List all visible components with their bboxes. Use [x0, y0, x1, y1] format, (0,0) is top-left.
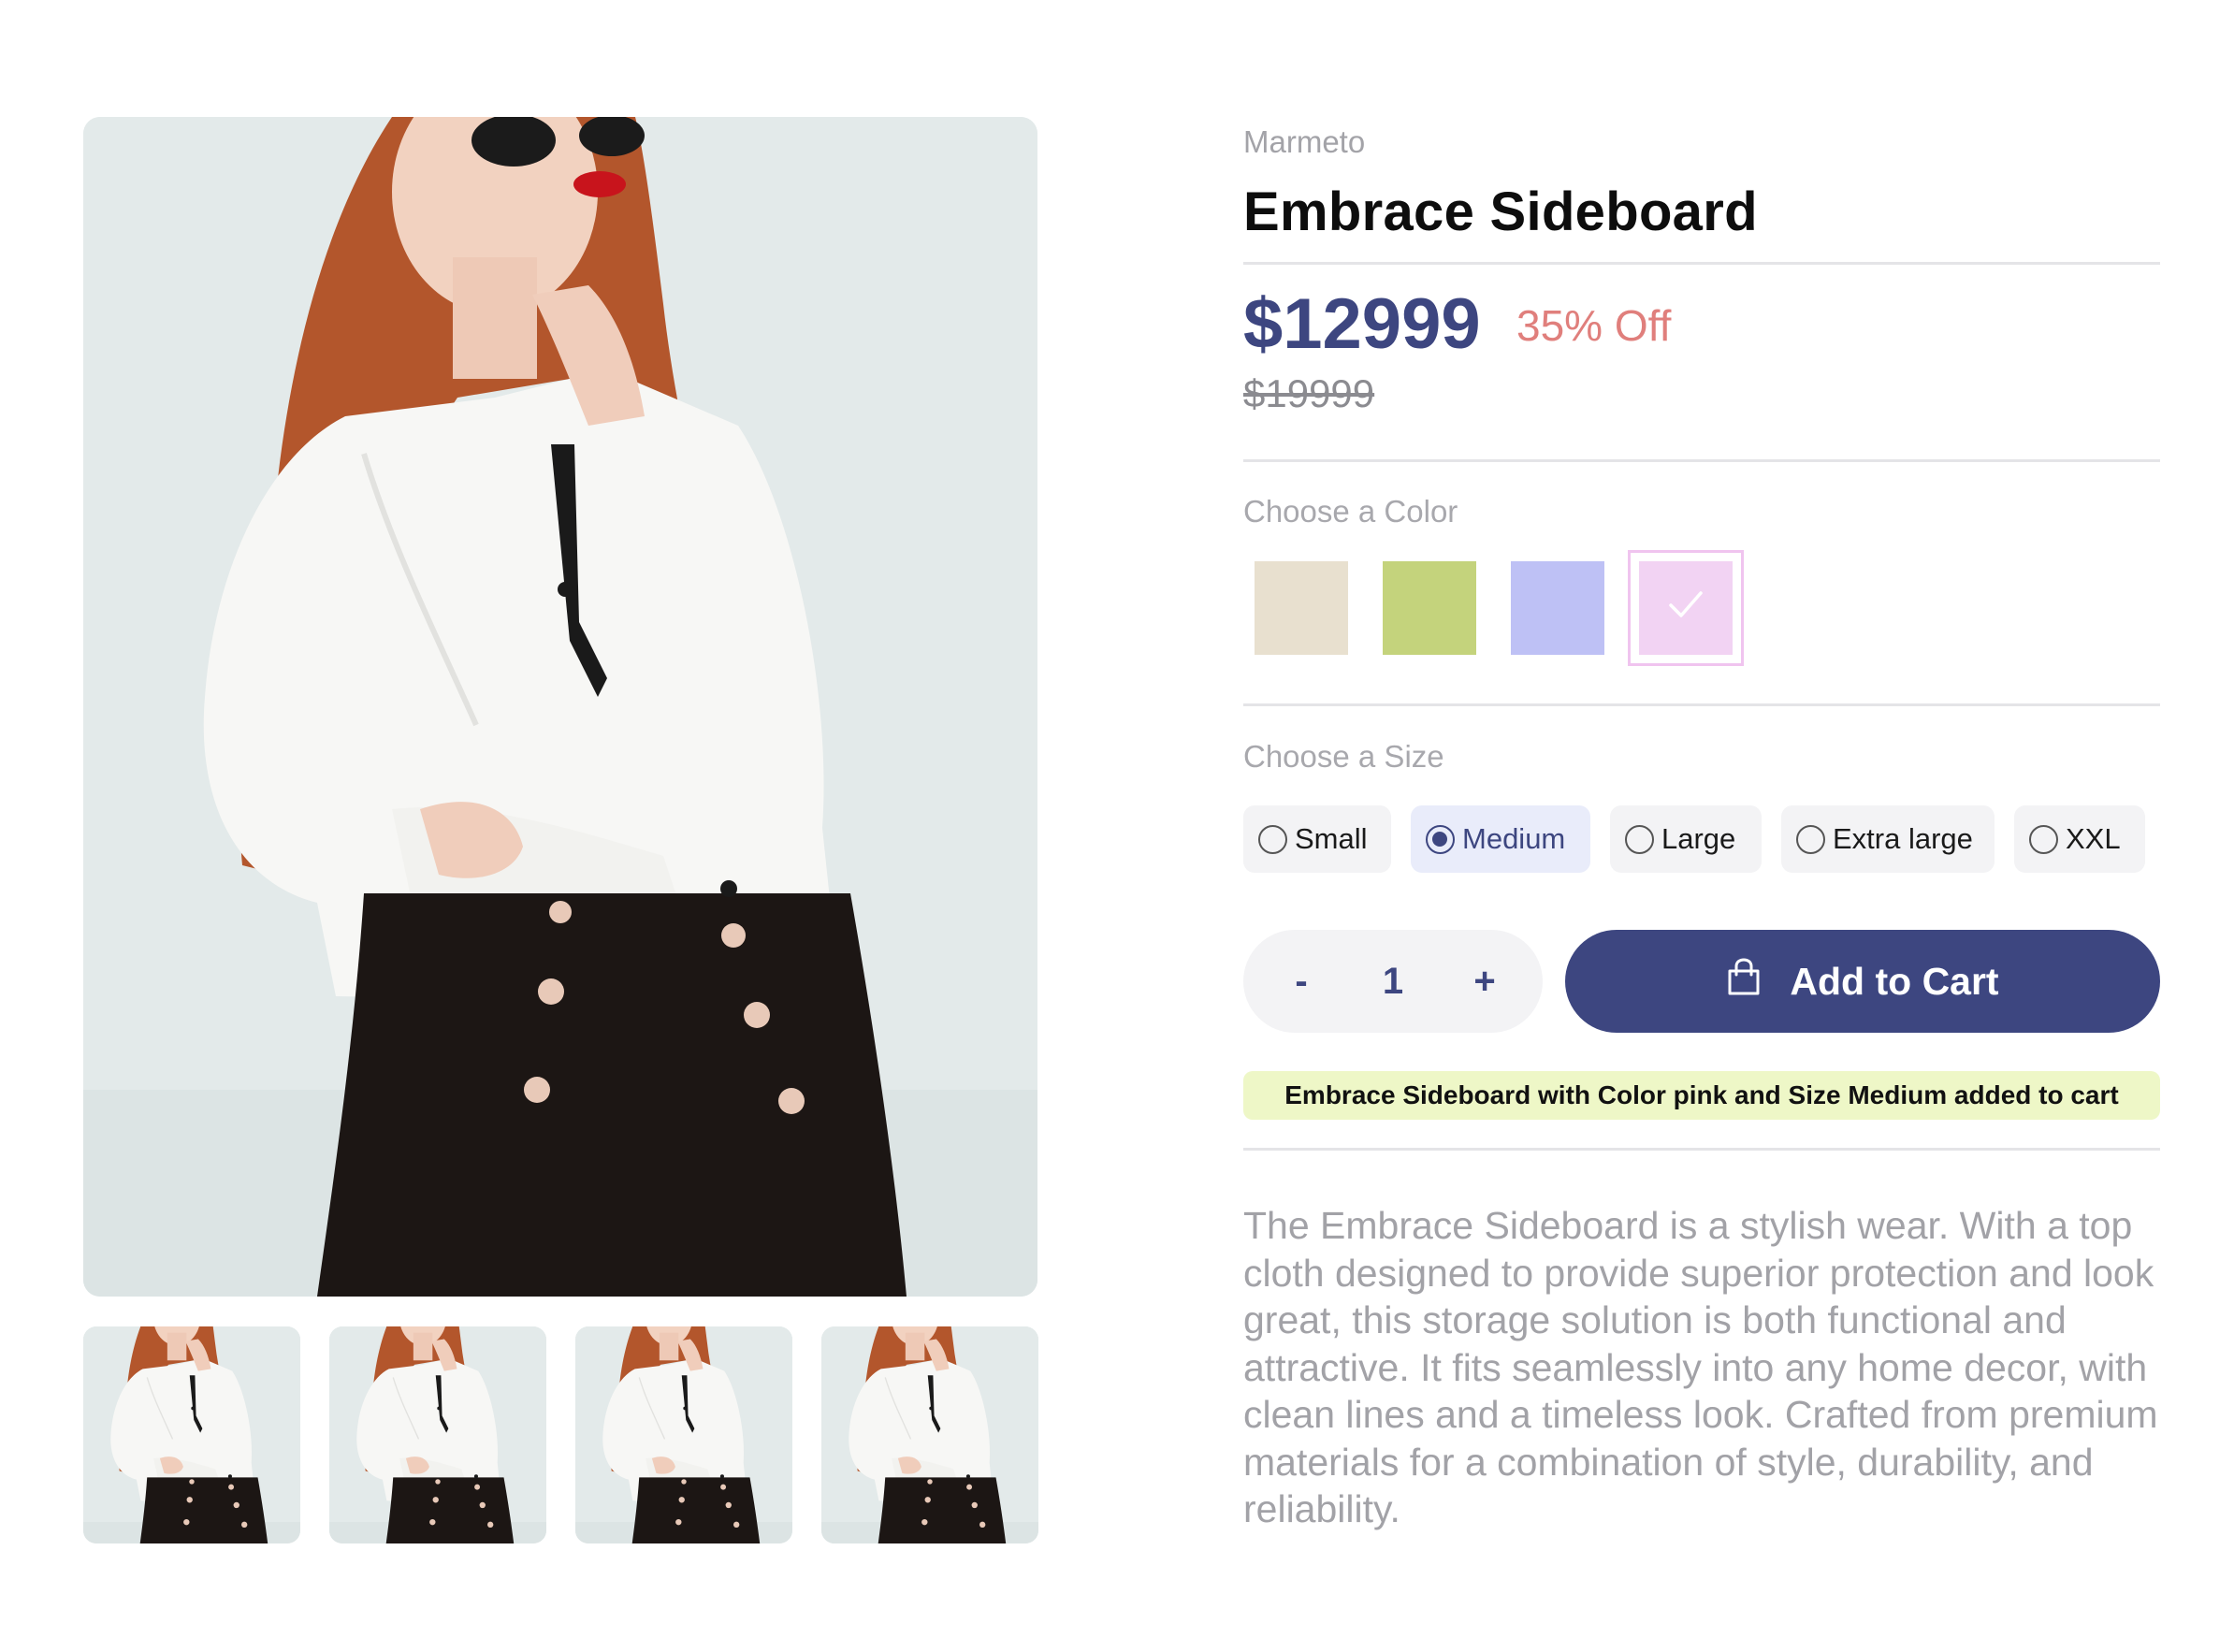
add-to-cart-label: Add to Cart: [1790, 959, 1999, 1003]
product-page: Marmeto Embrace Sideboard $12999 35% Off…: [0, 0, 2234, 1652]
size-option-xxl[interactable]: XXL: [2014, 805, 2145, 873]
check-icon: [1669, 591, 1703, 617]
size-option-label: Medium: [1462, 822, 1566, 855]
size-option-label: Small: [1295, 822, 1368, 855]
thumbnail-strip: [83, 1326, 1038, 1543]
divider: [1243, 1148, 2160, 1151]
size-option-label: Extra large: [1833, 822, 1973, 855]
divider: [1243, 459, 2160, 462]
divider: [1243, 262, 2160, 265]
color-swatch-pink-selected[interactable]: [1628, 550, 1744, 666]
size-option-label: Large: [1661, 822, 1736, 855]
thumbnail-2[interactable]: [329, 1326, 546, 1543]
discount-badge: 35% Off: [1516, 301, 1672, 350]
cart-confirmation-message: Embrace Sideboard with Color pink and Si…: [1243, 1071, 2160, 1120]
size-option-label: XXL: [2066, 822, 2121, 855]
product-description: The Embrace Sideboard is a stylish wear.…: [1243, 1204, 2158, 1530]
color-swatch-beige[interactable]: [1255, 561, 1348, 655]
radio-icon: [2029, 824, 2058, 854]
quantity-stepper: - 1 +: [1243, 930, 1543, 1033]
color-swatch-blue[interactable]: [1511, 561, 1604, 655]
sale-price: $12999: [1243, 284, 1481, 364]
thumbnail-4[interactable]: [821, 1326, 1038, 1543]
radio-icon: [1258, 824, 1287, 854]
color-label: Choose a Color: [1243, 494, 1458, 529]
thumbnail-1[interactable]: [83, 1326, 300, 1543]
increment-button[interactable]: +: [1447, 930, 1522, 1033]
color-swatch-pink[interactable]: [1639, 561, 1733, 655]
divider: [1243, 703, 2160, 706]
product-title: Embrace Sideboard: [1243, 181, 1758, 242]
decrement-button[interactable]: -: [1264, 930, 1339, 1033]
size-label: Choose a Size: [1243, 739, 1444, 774]
radio-icon: [1796, 824, 1825, 854]
shopping-bag-icon: [1728, 958, 1760, 995]
brand-name: Marmeto: [1243, 124, 1366, 159]
main-product-image: [83, 117, 1037, 1297]
radio-selected-icon: [1426, 824, 1455, 854]
size-option-extra-large[interactable]: Extra large: [1781, 805, 1995, 873]
compare-price: $19999: [1243, 371, 1375, 415]
size-option-large[interactable]: Large: [1610, 805, 1762, 873]
add-to-cart-button[interactable]: Add to Cart: [1565, 930, 2160, 1033]
quantity-value: 1: [1382, 960, 1404, 1002]
size-option-medium[interactable]: Medium: [1411, 805, 1590, 873]
radio-icon: [1625, 824, 1654, 854]
color-swatch-green[interactable]: [1383, 561, 1476, 655]
size-option-small[interactable]: Small: [1243, 805, 1391, 873]
thumbnail-3[interactable]: [575, 1326, 792, 1543]
